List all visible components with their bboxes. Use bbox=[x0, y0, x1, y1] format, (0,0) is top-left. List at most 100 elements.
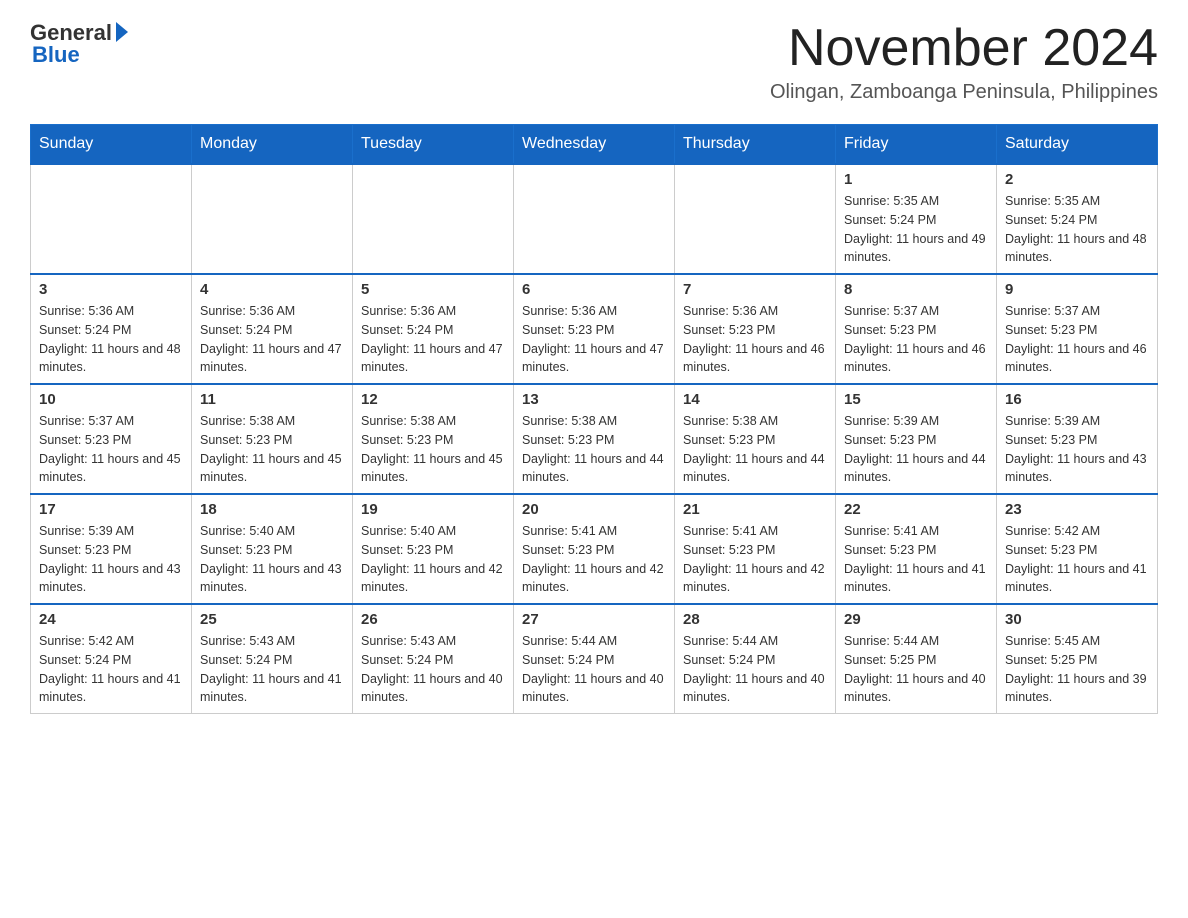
day-info-text: Sunrise: 5:36 AMSunset: 5:24 PMDaylight:… bbox=[200, 302, 344, 377]
day-info-text: Sunrise: 5:36 AMSunset: 5:23 PMDaylight:… bbox=[683, 302, 827, 377]
weekday-header-thursday: Thursday bbox=[675, 125, 836, 165]
logo: General Blue bbox=[30, 20, 128, 68]
day-info-text: Sunrise: 5:40 AMSunset: 5:23 PMDaylight:… bbox=[361, 522, 505, 597]
calendar-cell: 10 Sunrise: 5:37 AMSunset: 5:23 PMDayligh… bbox=[31, 384, 192, 494]
calendar-cell: 7 Sunrise: 5:36 AMSunset: 5:23 PMDaylight… bbox=[675, 274, 836, 384]
calendar-cell: 3 Sunrise: 5:36 AMSunset: 5:24 PMDaylight… bbox=[31, 274, 192, 384]
calendar-cell bbox=[192, 164, 353, 274]
calendar-cell: 27 Sunrise: 5:44 AMSunset: 5:24 PMDayligh… bbox=[514, 604, 675, 714]
day-number: 23 bbox=[1005, 501, 1149, 518]
day-info-text: Sunrise: 5:36 AMSunset: 5:24 PMDaylight:… bbox=[39, 302, 183, 377]
calendar-cell: 6Sunrise: 5:36 AMSunset: 5:23 PMDaylight… bbox=[514, 274, 675, 384]
calendar-cell: 28 Sunrise: 5:44 AMSunset: 5:24 PMDayligh… bbox=[675, 604, 836, 714]
day-number: 1 bbox=[844, 171, 988, 188]
calendar-table: SundayMondayTuesdayWednesdayThursdayFrid… bbox=[30, 124, 1158, 714]
day-number: 2 bbox=[1005, 171, 1149, 188]
day-number: 22 bbox=[844, 501, 988, 518]
calendar-week-row: 10 Sunrise: 5:37 AMSunset: 5:23 PMDayligh… bbox=[31, 384, 1158, 494]
day-info-text: Sunrise: 5:39 AMSunset: 5:23 PMDaylight:… bbox=[39, 522, 183, 597]
day-info-text: Sunrise: 5:37 AMSunset: 5:23 PMDaylight:… bbox=[39, 412, 183, 487]
day-number: 15 bbox=[844, 391, 988, 408]
calendar-cell bbox=[353, 164, 514, 274]
day-number: 14 bbox=[683, 391, 827, 408]
calendar-cell: 25Sunrise: 5:43 AMSunset: 5:24 PMDayligh… bbox=[192, 604, 353, 714]
day-number: 19 bbox=[361, 501, 505, 518]
day-number: 28 bbox=[683, 611, 827, 628]
calendar-week-row: 17Sunrise: 5:39 AMSunset: 5:23 PMDayligh… bbox=[31, 494, 1158, 604]
calendar-cell: 19 Sunrise: 5:40 AMSunset: 5:23 PMDayligh… bbox=[353, 494, 514, 604]
day-number: 8 bbox=[844, 281, 988, 298]
day-info-text: Sunrise: 5:42 AMSunset: 5:23 PMDaylight:… bbox=[1005, 522, 1149, 597]
day-info-text: Sunrise: 5:42 AMSunset: 5:24 PMDaylight:… bbox=[39, 632, 183, 707]
day-number: 27 bbox=[522, 611, 666, 628]
calendar-cell bbox=[514, 164, 675, 274]
calendar-cell: 22 Sunrise: 5:41 AMSunset: 5:23 PMDayligh… bbox=[836, 494, 997, 604]
day-info-text: Sunrise: 5:44 AMSunset: 5:24 PMDaylight:… bbox=[522, 632, 666, 707]
day-number: 10 bbox=[39, 391, 183, 408]
day-number: 30 bbox=[1005, 611, 1149, 628]
calendar-cell: 21Sunrise: 5:41 AMSunset: 5:23 PMDayligh… bbox=[675, 494, 836, 604]
calendar-cell: 23 Sunrise: 5:42 AMSunset: 5:23 PMDayligh… bbox=[997, 494, 1158, 604]
calendar-cell: 29Sunrise: 5:44 AMSunset: 5:25 PMDayligh… bbox=[836, 604, 997, 714]
calendar-cell: 18Sunrise: 5:40 AMSunset: 5:23 PMDayligh… bbox=[192, 494, 353, 604]
day-number: 12 bbox=[361, 391, 505, 408]
day-info-text: Sunrise: 5:41 AMSunset: 5:23 PMDaylight:… bbox=[844, 522, 988, 597]
day-info-text: Sunrise: 5:37 AMSunset: 5:23 PMDaylight:… bbox=[1005, 302, 1149, 377]
day-info-text: Sunrise: 5:40 AMSunset: 5:23 PMDaylight:… bbox=[200, 522, 344, 597]
day-number: 26 bbox=[361, 611, 505, 628]
day-number: 5 bbox=[361, 281, 505, 298]
day-info-text: Sunrise: 5:44 AMSunset: 5:25 PMDaylight:… bbox=[844, 632, 988, 707]
day-info-text: Sunrise: 5:38 AMSunset: 5:23 PMDaylight:… bbox=[683, 412, 827, 487]
calendar-cell: 9 Sunrise: 5:37 AMSunset: 5:23 PMDaylight… bbox=[997, 274, 1158, 384]
day-number: 21 bbox=[683, 501, 827, 518]
day-info-text: Sunrise: 5:45 AMSunset: 5:25 PMDaylight:… bbox=[1005, 632, 1149, 707]
day-info-text: Sunrise: 5:41 AMSunset: 5:23 PMDaylight:… bbox=[522, 522, 666, 597]
day-info-text: Sunrise: 5:37 AMSunset: 5:23 PMDaylight:… bbox=[844, 302, 988, 377]
month-year-title: November 2024 bbox=[770, 20, 1158, 77]
calendar-cell: 14 Sunrise: 5:38 AMSunset: 5:23 PMDayligh… bbox=[675, 384, 836, 494]
day-number: 20 bbox=[522, 501, 666, 518]
weekday-header-saturday: Saturday bbox=[997, 125, 1158, 165]
weekday-header-tuesday: Tuesday bbox=[353, 125, 514, 165]
weekday-header-monday: Monday bbox=[192, 125, 353, 165]
day-number: 24 bbox=[39, 611, 183, 628]
weekday-header-friday: Friday bbox=[836, 125, 997, 165]
weekday-header-sunday: Sunday bbox=[31, 125, 192, 165]
calendar-cell: 1 Sunrise: 5:35 AMSunset: 5:24 PMDaylight… bbox=[836, 164, 997, 274]
day-number: 11 bbox=[200, 391, 344, 408]
day-info-text: Sunrise: 5:39 AMSunset: 5:23 PMDaylight:… bbox=[1005, 412, 1149, 487]
day-info-text: Sunrise: 5:38 AMSunset: 5:23 PMDaylight:… bbox=[522, 412, 666, 487]
calendar-cell bbox=[31, 164, 192, 274]
calendar-header-row: SundayMondayTuesdayWednesdayThursdayFrid… bbox=[31, 125, 1158, 165]
calendar-cell: 15 Sunrise: 5:39 AMSunset: 5:23 PMDayligh… bbox=[836, 384, 997, 494]
calendar-cell: 30 Sunrise: 5:45 AMSunset: 5:25 PMDayligh… bbox=[997, 604, 1158, 714]
day-number: 4 bbox=[200, 281, 344, 298]
title-section: November 2024 Olingan, Zamboanga Peninsu… bbox=[770, 20, 1158, 104]
weekday-header-wednesday: Wednesday bbox=[514, 125, 675, 165]
day-info-text: Sunrise: 5:39 AMSunset: 5:23 PMDaylight:… bbox=[844, 412, 988, 487]
day-number: 7 bbox=[683, 281, 827, 298]
calendar-cell: 24 Sunrise: 5:42 AMSunset: 5:24 PMDayligh… bbox=[31, 604, 192, 714]
day-info-text: Sunrise: 5:35 AMSunset: 5:24 PMDaylight:… bbox=[844, 192, 988, 267]
day-number: 9 bbox=[1005, 281, 1149, 298]
calendar-week-row: 3 Sunrise: 5:36 AMSunset: 5:24 PMDaylight… bbox=[31, 274, 1158, 384]
day-info-text: Sunrise: 5:36 AMSunset: 5:23 PMDaylight:… bbox=[522, 302, 666, 377]
day-number: 13 bbox=[522, 391, 666, 408]
calendar-cell: 16Sunrise: 5:39 AMSunset: 5:23 PMDayligh… bbox=[997, 384, 1158, 494]
calendar-cell: 2Sunrise: 5:35 AMSunset: 5:24 PMDaylight… bbox=[997, 164, 1158, 274]
calendar-cell: 11 Sunrise: 5:38 AMSunset: 5:23 PMDayligh… bbox=[192, 384, 353, 494]
calendar-cell: 17Sunrise: 5:39 AMSunset: 5:23 PMDayligh… bbox=[31, 494, 192, 604]
calendar-cell: 26Sunrise: 5:43 AMSunset: 5:24 PMDayligh… bbox=[353, 604, 514, 714]
calendar-cell: 4 Sunrise: 5:36 AMSunset: 5:24 PMDaylight… bbox=[192, 274, 353, 384]
calendar-cell: 5Sunrise: 5:36 AMSunset: 5:24 PMDaylight… bbox=[353, 274, 514, 384]
page-header: General Blue November 2024 Olingan, Zamb… bbox=[30, 20, 1158, 104]
calendar-week-row: 24 Sunrise: 5:42 AMSunset: 5:24 PMDayligh… bbox=[31, 604, 1158, 714]
day-info-text: Sunrise: 5:44 AMSunset: 5:24 PMDaylight:… bbox=[683, 632, 827, 707]
calendar-cell bbox=[675, 164, 836, 274]
calendar-week-row: 1 Sunrise: 5:35 AMSunset: 5:24 PMDaylight… bbox=[31, 164, 1158, 274]
day-info-text: Sunrise: 5:38 AMSunset: 5:23 PMDaylight:… bbox=[200, 412, 344, 487]
calendar-cell: 13 Sunrise: 5:38 AMSunset: 5:23 PMDayligh… bbox=[514, 384, 675, 494]
day-info-text: Sunrise: 5:38 AMSunset: 5:23 PMDaylight:… bbox=[361, 412, 505, 487]
day-number: 3 bbox=[39, 281, 183, 298]
logo-blue-text: Blue bbox=[30, 42, 80, 68]
